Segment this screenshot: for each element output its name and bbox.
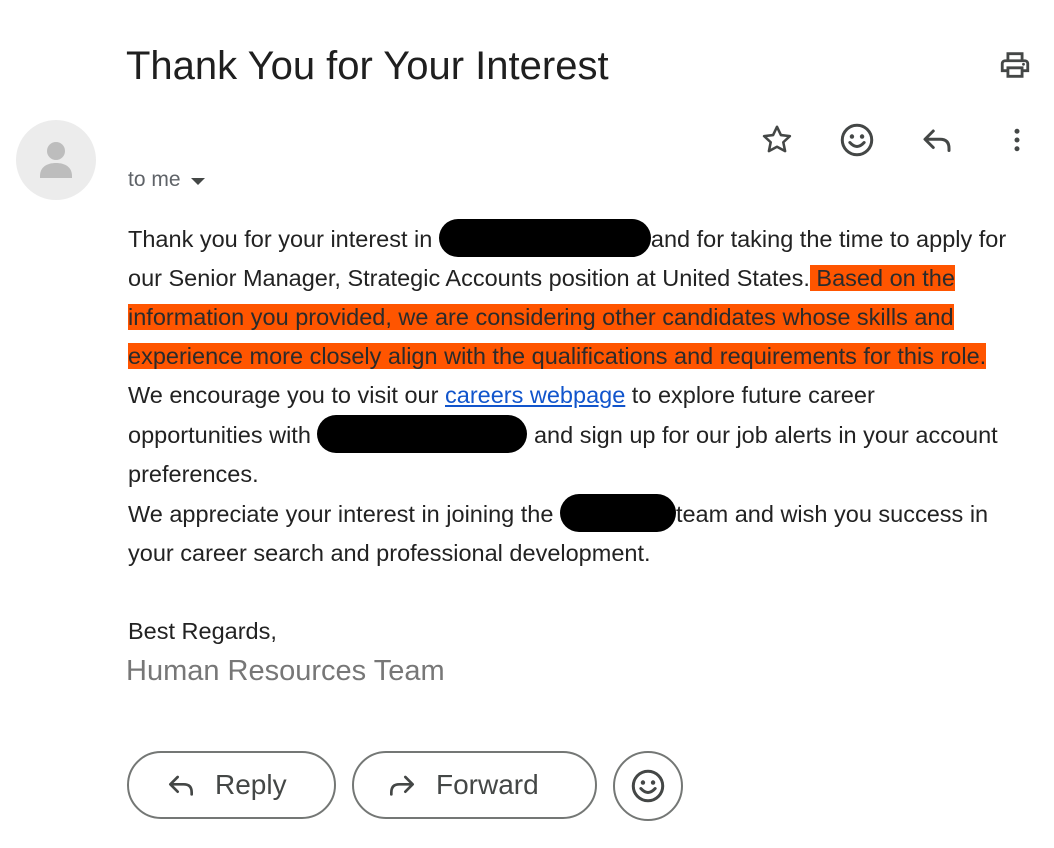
paragraph-careers: We encourage you to visit our careers we…: [128, 376, 1008, 494]
sender-avatar[interactable]: [16, 120, 96, 200]
reply-icon: [165, 769, 197, 801]
paragraph-appreciation: We appreciate your interest in joining t…: [128, 494, 1008, 573]
reply-actions: Reply Forward: [127, 751, 727, 823]
person-icon: [40, 142, 72, 178]
caret-down-icon: [190, 177, 205, 185]
body-text: We appreciate your interest in joining t…: [128, 501, 560, 527]
reply-button[interactable]: Reply: [127, 751, 336, 819]
email-body: Thank you for your interest in and for t…: [126, 219, 1008, 691]
body-text: Thank you for your interest in: [128, 226, 439, 252]
redacted-company-name: [438, 219, 651, 257]
reply-icon: [923, 129, 951, 152]
print-button[interactable]: [996, 46, 1034, 84]
paragraph-rejection: Thank you for your interest in and for t…: [128, 219, 1008, 376]
recipient-details-toggle[interactable]: to me: [128, 168, 205, 192]
reply-button-label: Reply: [215, 769, 287, 800]
emoji-icon: [840, 123, 874, 157]
more-options-button[interactable]: [995, 118, 1039, 162]
emoji-icon: [631, 769, 665, 803]
forward-icon: [386, 769, 418, 801]
signature: Human Resources Team: [126, 655, 445, 687]
forward-button[interactable]: Forward: [352, 751, 597, 819]
recipient-label: to me: [128, 168, 181, 191]
emoji-reaction-button[interactable]: [613, 751, 683, 821]
add-reaction-button[interactable]: [835, 118, 879, 162]
email-subject: Thank You for Your Interest: [126, 44, 609, 88]
email-view: Thank You for Your Interest to me Thank …: [0, 0, 1054, 848]
careers-webpage-link[interactable]: careers webpage: [445, 382, 625, 408]
more-vert-icon: [1014, 128, 1020, 152]
reply-button-top[interactable]: [915, 118, 959, 162]
star-button[interactable]: [755, 118, 799, 162]
star-icon: [762, 125, 792, 153]
redacted-company-name: [317, 415, 528, 453]
redacted-company-name: [559, 494, 676, 532]
body-text: We encourage you to visit our: [128, 382, 445, 408]
forward-button-label: Forward: [436, 769, 539, 800]
message-actions: [750, 118, 1040, 162]
closing: Best Regards,: [128, 618, 277, 644]
print-icon: [1000, 52, 1030, 78]
